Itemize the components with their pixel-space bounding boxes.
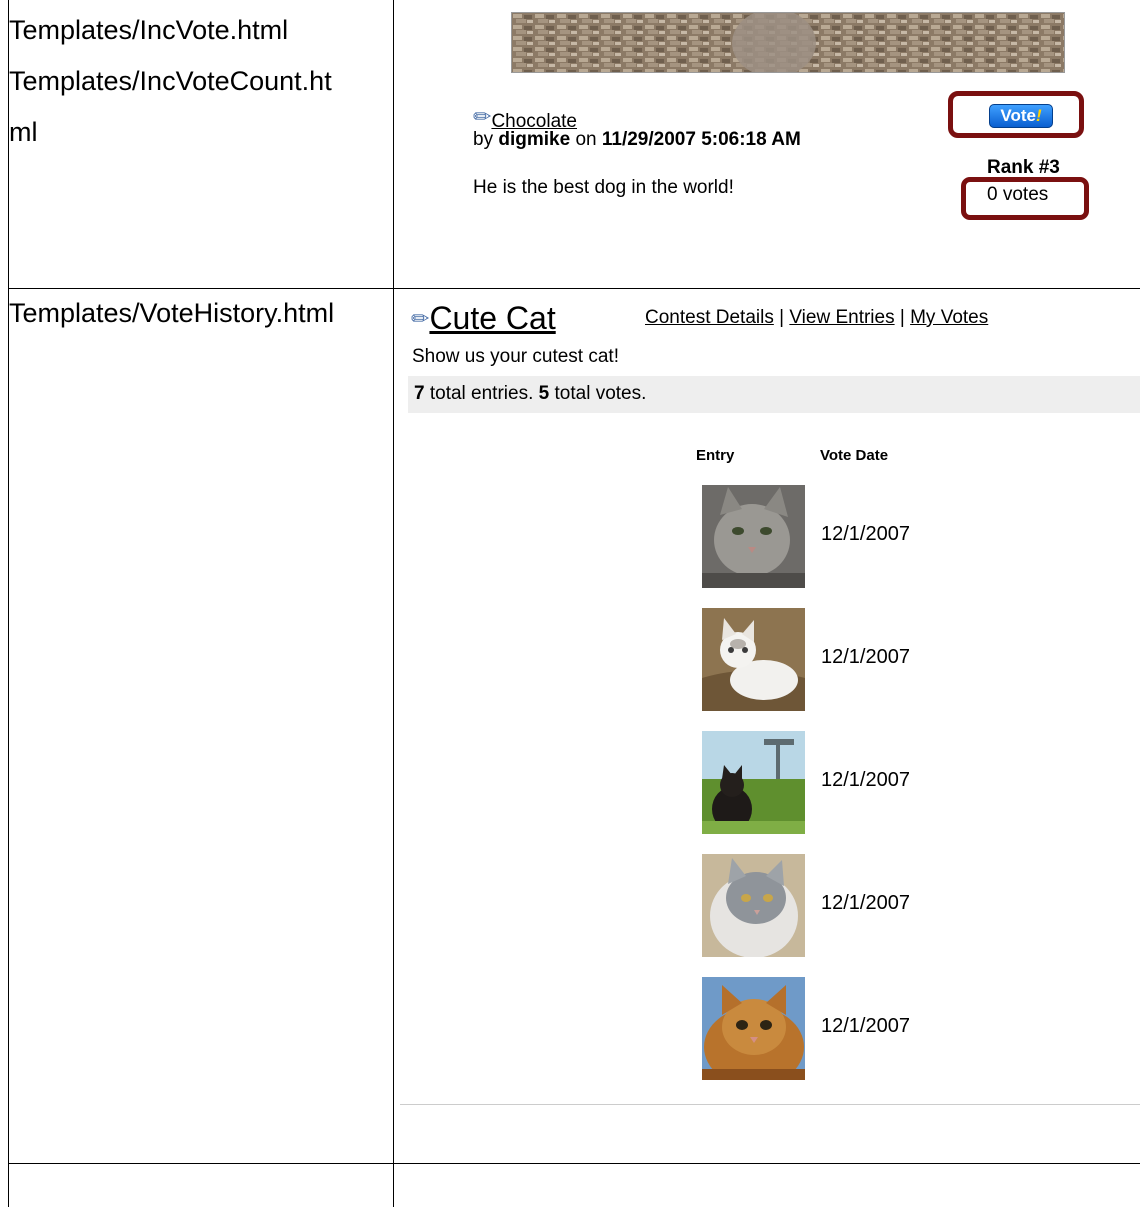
- template-path: Templates/VoteHistory.html: [9, 298, 335, 328]
- contest-description: Show us your cutest cat!: [412, 346, 619, 367]
- template-path: Templates/IncVoteCount.ht: [9, 66, 332, 96]
- contest-stats: 7 total entries. 5 total votes.: [414, 383, 646, 405]
- entry-rank: Rank #3: [987, 157, 1060, 178]
- vote-date: 12/1/2007: [821, 646, 910, 668]
- entry-thumbnail-black-cat-in-grass[interactable]: [702, 731, 805, 834]
- entry-photo-banner: [511, 12, 1065, 73]
- link-separator: |: [779, 307, 785, 328]
- contest-details-link[interactable]: Contest Details: [645, 307, 774, 328]
- vote-date: 12/1/2007: [821, 523, 910, 545]
- contest-title: ✏Cute Cat: [411, 300, 556, 337]
- contest-title-link[interactable]: Cute Cat: [429, 300, 555, 336]
- contest-nav-links: Contest Details | View Entries | My Vote…: [645, 307, 988, 329]
- template-path: Templates/IncVote.html: [9, 15, 289, 45]
- vote-date: 12/1/2007: [821, 892, 910, 914]
- my-votes-link[interactable]: My Votes: [910, 307, 988, 328]
- vote-count-highlight: 0 votes: [961, 177, 1089, 220]
- table-border-middle: [393, 0, 394, 1207]
- by-label: by: [473, 129, 494, 150]
- exclamation-icon: !: [1035, 106, 1042, 125]
- column-header-vote-date: Vote Date: [820, 447, 889, 464]
- history-footer-divider: [400, 1104, 1140, 1105]
- table-row-divider: [8, 1163, 1140, 1164]
- pencil-edit-icon[interactable]: ✏: [411, 306, 429, 332]
- vote-button-highlight: Vote!: [948, 91, 1084, 138]
- pencil-edit-icon[interactable]: ✏: [473, 104, 491, 130]
- row1-template-paths: Templates/IncVote.html Templates/IncVote…: [9, 5, 389, 158]
- vote-date: 12/1/2007: [821, 1015, 910, 1037]
- entry-date: 11/29/2007 5:06:18 AM: [601, 129, 801, 150]
- vote-count: 0 votes: [987, 184, 1049, 205]
- total-entries-label: total entries.: [429, 383, 534, 404]
- vote-button-label: Vote: [1000, 106, 1036, 125]
- template-path: ml: [9, 117, 38, 147]
- vote-date: 12/1/2007: [821, 769, 910, 791]
- total-entries-count: 7: [414, 383, 425, 404]
- total-votes-count: 5: [538, 383, 550, 404]
- table-border-left: [8, 0, 9, 1207]
- entry-thumbnail-white-kitten[interactable]: [702, 608, 805, 711]
- contest-stats-bar: 7 total entries. 5 total votes.: [408, 376, 1140, 413]
- author-name: digmike: [498, 129, 571, 150]
- vote-button[interactable]: Vote!: [989, 104, 1053, 128]
- on-label: on: [575, 129, 597, 150]
- view-entries-link[interactable]: View Entries: [789, 307, 894, 328]
- entry-byline: by digmike on 11/29/2007 5:06:18 AM: [473, 129, 801, 151]
- entry-thumbnail-orange-tabby-cat[interactable]: [702, 977, 805, 1080]
- entry-description: He is the best dog in the world!: [473, 177, 734, 198]
- entry-thumbnail-long-haired-gray-cat[interactable]: [702, 854, 805, 957]
- link-separator: |: [899, 307, 905, 328]
- entry-thumbnail-gray-tabby-cat[interactable]: [702, 485, 805, 588]
- column-header-entry: Entry: [696, 447, 735, 464]
- total-votes-label: total votes.: [554, 383, 647, 404]
- row2-template-paths: Templates/VoteHistory.html: [9, 288, 389, 339]
